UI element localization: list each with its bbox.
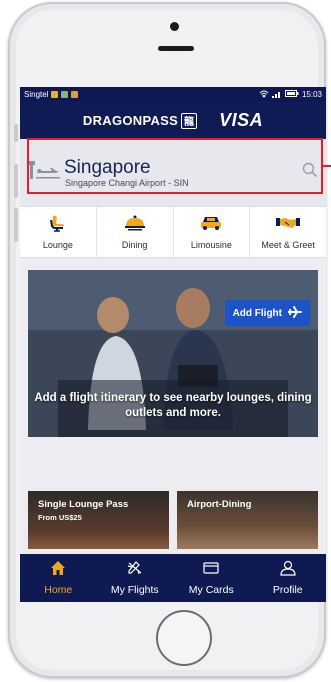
limousine-car-icon <box>199 214 223 237</box>
category-label: Dining <box>121 240 148 250</box>
location-city: Singapore <box>64 157 151 178</box>
card-title: Airport-Dining <box>187 499 252 510</box>
add-flight-label: Add Flight <box>232 307 282 319</box>
brand-name: DRAGONPASS <box>82 113 179 128</box>
visa-logo: VISA <box>219 110 264 130</box>
category-lounge[interactable]: Lounge <box>20 207 97 257</box>
category-label: Lounge <box>42 240 73 250</box>
card-title: Single Lounge Pass <box>38 499 129 510</box>
offer-card-airport-dining[interactable]: Airport-Dining <box>177 491 318 549</box>
mute-switch <box>14 124 18 142</box>
notification-icon <box>61 91 69 98</box>
location-selector[interactable]: Singapore Singapore Changi Airport - SIN <box>20 139 326 206</box>
category-meet-greet[interactable]: Meet & Greet <box>250 207 326 257</box>
dragon-badge-icon: 龍 <box>181 112 198 129</box>
battery-icon <box>284 90 299 99</box>
volume-up-button <box>14 164 18 198</box>
nav-label: Home <box>44 584 73 596</box>
app-screen: Singtel 15:03 DRAGONPASS 龍 VISA Singapor… <box>20 87 326 602</box>
carrier-name: Singtel <box>24 90 49 99</box>
nav-my-flights[interactable]: My Flights <box>97 560 174 596</box>
nav-label: Profile <box>272 584 303 596</box>
earpiece-speaker <box>158 46 194 51</box>
nav-label: My Flights <box>110 584 159 596</box>
promo-message: Add a flight itinerary to see nearby lou… <box>34 392 312 419</box>
category-dining[interactable]: Dining <box>97 207 174 257</box>
bottom-navigation: Home My Flights My Cards Profile <box>20 554 326 602</box>
category-label: Limousine <box>190 240 232 250</box>
signal-icon <box>271 90 282 100</box>
nav-label: My Cards <box>188 584 234 596</box>
profile-icon <box>279 560 297 581</box>
offer-card-lounge-pass[interactable]: Single Lounge Pass From US$25 <box>28 491 169 549</box>
dragonpass-logo: DRAGONPASS 龍 <box>82 112 198 129</box>
nav-my-cards[interactable]: My Cards <box>173 560 250 596</box>
card-icon <box>202 560 220 581</box>
category-limousine[interactable]: Limousine <box>174 207 251 257</box>
offer-cards: Single Lounge Pass From US$25 Airport-Di… <box>28 479 318 549</box>
dining-cloche-icon <box>123 214 147 237</box>
nav-home[interactable]: Home <box>20 560 97 596</box>
notification-icon <box>51 91 59 98</box>
wifi-icon <box>259 90 269 100</box>
location-airport: Singapore Changi Airport - SIN <box>65 178 189 188</box>
lounge-chair-icon <box>46 214 70 237</box>
card-subtitle: From US$25 <box>38 513 82 522</box>
brand-header: DRAGONPASS 龍 VISA <box>20 102 326 139</box>
add-flight-button[interactable]: Add Flight <box>224 300 310 326</box>
volume-down-button <box>14 208 18 242</box>
airplane-icon <box>287 305 302 321</box>
airport-tower-icon <box>28 159 64 186</box>
status-bar: Singtel 15:03 <box>20 87 326 102</box>
front-camera <box>170 22 179 31</box>
plane-icon <box>126 560 144 581</box>
home-button[interactable] <box>156 610 212 666</box>
home-icon <box>49 560 67 581</box>
status-time: 15:03 <box>301 90 322 99</box>
category-label: Meet & Greet <box>261 240 315 250</box>
service-categories: Lounge Dining Limousine Meet & Greet <box>20 206 326 258</box>
add-flight-banner[interactable]: Add Flight Add a flight itinerary to see… <box>28 270 318 437</box>
search-icon[interactable] <box>302 162 318 183</box>
callout-pointer <box>323 165 331 167</box>
nav-profile[interactable]: Profile <box>250 560 327 596</box>
notification-icon <box>71 91 79 98</box>
handshake-icon <box>276 214 301 237</box>
